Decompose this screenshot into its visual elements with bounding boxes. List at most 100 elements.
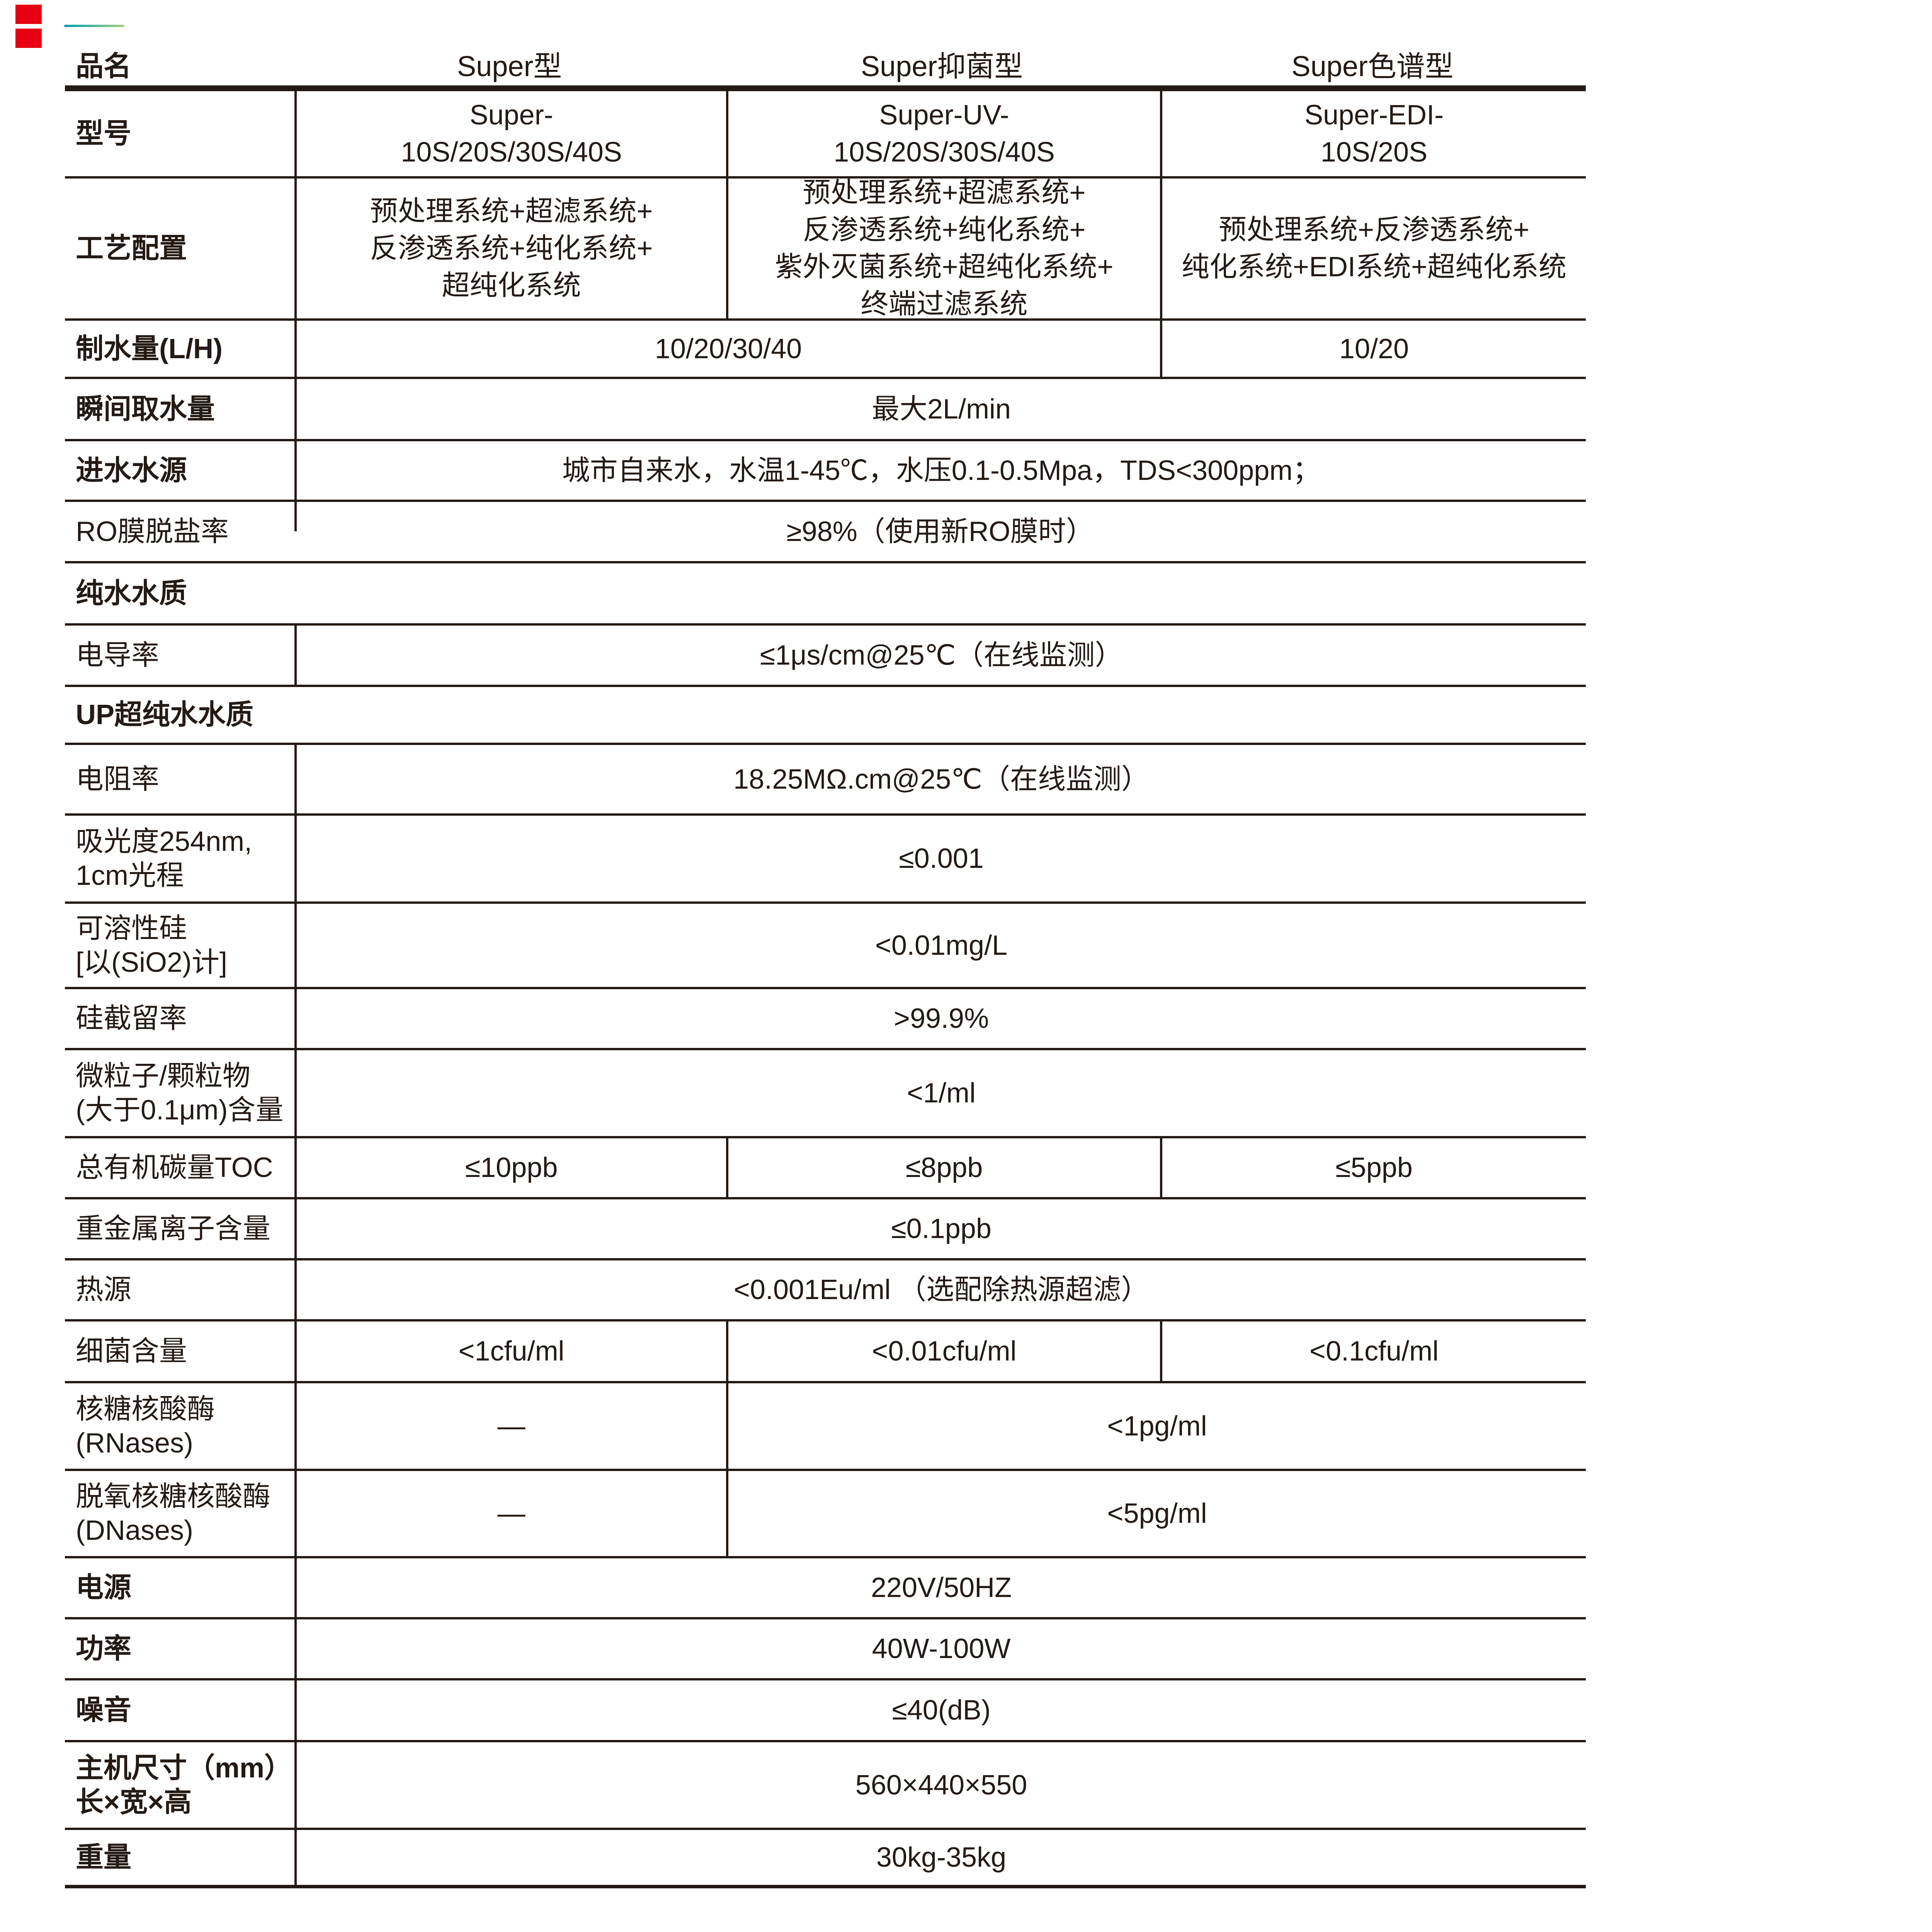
table-row: 噪音 ≤40(dB) — [65, 1678, 1586, 1740]
value-line: ≤0.001 — [899, 840, 984, 877]
row-label: 热源 — [65, 1260, 294, 1319]
column-title: Super抑菌型 — [724, 48, 1159, 85]
value-cell: ≤40(dB) — [297, 1680, 1586, 1740]
value-cell: Super-10S/20S/30S/40S — [297, 91, 726, 176]
row-label-line: 细菌含量 — [76, 1334, 288, 1368]
value-line: Super-UV- — [879, 97, 1009, 134]
value-line: ≤8ppb — [906, 1149, 983, 1186]
row-label-line: 品名 — [76, 49, 288, 83]
row-label: 功率 — [65, 1619, 294, 1678]
value-cell: 30kg-35kg — [297, 1830, 1586, 1885]
value-line: 18.25MΩ.cm@25℃（在线监测） — [733, 761, 1149, 798]
value-line: <0.001Eu/ml （选配除热源超滤） — [734, 1271, 1149, 1308]
row-values: ≤0.1ppb — [294, 1199, 1586, 1258]
value-cell: ≤8ppb — [726, 1138, 1160, 1197]
value-cell: Super-EDI-10S/20S — [1160, 91, 1586, 176]
row-label: 噪音 — [65, 1680, 294, 1740]
value-cell: 10/20/30/40 — [297, 321, 1160, 377]
value-cell: <1pg/ml — [726, 1383, 1586, 1469]
row-values: ≤0.001 — [294, 816, 1586, 901]
value-line: 城市自来水，水温1-45℃，水压0.1-0.5Mpa，TDS<300ppm； — [562, 452, 1321, 489]
table-row: 电源220V/50HZ — [65, 1556, 1586, 1617]
row-values: <0.001Eu/ml （选配除热源超滤） — [294, 1260, 1586, 1319]
table-row: 脱氧核糖核酸酶(DNases) — <5pg/ml — [65, 1469, 1586, 1556]
row-values: 最大2L/min — [294, 379, 1586, 439]
row-values: 预处理系统+超滤系统+反渗透系统+纯化系统+超纯化系统预处理系统+超滤系统+反渗… — [294, 179, 1586, 318]
value-cell: 40W-100W — [297, 1619, 1586, 1678]
half-divider — [294, 502, 297, 531]
value-cell: 560×440×550 — [297, 1742, 1586, 1828]
value-line: 纯化系统+EDI系统+超纯化系统 — [1182, 248, 1566, 286]
row-label-line: 可溶性硅 — [76, 912, 288, 946]
value-line: ≥98%（使用新RO膜时） — [786, 513, 1094, 550]
row-label-line: 总有机碳量TOC — [76, 1151, 288, 1185]
value-cell: 10/20 — [1160, 321, 1586, 377]
row-values: — <5pg/ml — [294, 1471, 1586, 1556]
value-line: 40W-100W — [872, 1630, 1011, 1667]
row-label-line: (大于0.1μm)含量 — [76, 1093, 288, 1127]
row-label-line: 噪音 — [76, 1693, 288, 1727]
table-row: 电导率≤1μs/cm@25℃（在线监测） — [65, 623, 1586, 685]
column-title: Super型 — [294, 48, 724, 85]
value-line: 反渗透系统+纯化系统+ — [803, 211, 1085, 248]
value-line: Super抑菌型 — [861, 48, 1023, 85]
row-values: 18.25MΩ.cm@25℃（在线监测） — [294, 745, 1586, 813]
table-row: 核糖核酸酶(RNases)—<1pg/ml — [65, 1381, 1586, 1469]
row-values: >99.9% — [294, 989, 1586, 1048]
accent-dash — [64, 25, 124, 27]
row-values: ≤10ppb ≤8ppb ≤5ppb — [294, 1138, 1586, 1197]
table-row: 功率 40W-100W — [65, 1617, 1586, 1678]
value-cell: Super-UV-10S/20S/30S/40S — [726, 91, 1160, 176]
row-label-line: 功率 — [76, 1632, 288, 1666]
value-line: <5pg/ml — [1107, 1495, 1207, 1532]
row-label: UP超纯水水质 — [65, 687, 294, 743]
value-line: Super型 — [457, 48, 562, 85]
value-cell: 预处理系统+超滤系统+反渗透系统+纯化系统+超纯化系统 — [297, 179, 726, 318]
value-line: 预处理系统+反渗透系统+ — [1219, 211, 1529, 248]
value-cell: 预处理系统+反渗透系统+纯化系统+EDI系统+超纯化系统 — [1160, 179, 1586, 318]
table-row: UP超纯水水质 — [65, 685, 1586, 743]
table-row: 工艺配置预处理系统+超滤系统+反渗透系统+纯化系统+超纯化系统预处理系统+超滤系… — [65, 176, 1586, 318]
row-label-line: 工艺配置 — [76, 231, 288, 265]
row-values: <1cfu/ml<0.01cfu/ml<0.1cfu/ml — [294, 1321, 1586, 1381]
value-line: <1pg/ml — [1107, 1408, 1207, 1445]
row-label-line: 1cm光程 — [76, 859, 288, 893]
value-line: >99.9% — [894, 1000, 989, 1037]
value-line: 30kg-35kg — [876, 1839, 1006, 1876]
row-values: 10/20/30/40 10/20 — [294, 321, 1586, 377]
row-label-line: 进水水源 — [76, 454, 288, 488]
value-line: — — [498, 1495, 526, 1532]
value-cell: 最大2L/min — [297, 379, 1586, 439]
red-block-icon — [15, 5, 42, 24]
value-line: 10/20 — [1339, 330, 1409, 367]
value-line: <0.01mg/L — [875, 927, 1007, 964]
value-cell: — — [297, 1471, 726, 1556]
row-label-line: 电阻率 — [76, 762, 288, 796]
value-line: 220V/50HZ — [871, 1569, 1012, 1606]
value-line: <1cfu/ml — [458, 1333, 564, 1370]
row-label-line: 长×宽×高 — [76, 1785, 288, 1819]
value-cell: ≤5ppb — [1160, 1138, 1586, 1197]
value-line: 反渗透系统+纯化系统+ — [370, 230, 653, 267]
value-cell: 18.25MΩ.cm@25℃（在线监测） — [297, 745, 1586, 813]
row-label: 脱氧核糖核酸酶(DNases) — [65, 1471, 294, 1556]
red-block-icon — [15, 29, 42, 48]
value-cell: ≤0.1ppb — [297, 1199, 1586, 1258]
row-values: ≤40(dB) — [294, 1680, 1586, 1740]
row-label: 纯水水质 — [65, 563, 294, 623]
row-label: 细菌含量 — [65, 1321, 294, 1381]
value-cell: <1/ml — [297, 1050, 1586, 1136]
value-cell: <0.01mg/L — [297, 904, 1586, 987]
value-line: 预处理系统+超滤系统+ — [370, 193, 653, 230]
row-label: 重量 — [65, 1830, 294, 1885]
row-label: 品名 — [65, 48, 294, 85]
value-cell: 城市自来水，水温1-45℃，水压0.1-0.5Mpa，TDS<300ppm； — [297, 441, 1586, 500]
row-label-line: [以(SiO2)计] — [76, 946, 288, 980]
row-label-line: 吸光度254nm, — [76, 825, 288, 859]
value-line: ≤10ppb — [465, 1149, 558, 1186]
value-cell: <0.01cfu/ml — [726, 1321, 1160, 1381]
row-label: 主机尺寸（mm）长×宽×高 — [65, 1742, 294, 1828]
row-label: 电导率 — [65, 626, 294, 685]
value-cell: 220V/50HZ — [297, 1558, 1586, 1617]
row-label-line: RO膜脱盐率 — [76, 515, 288, 549]
